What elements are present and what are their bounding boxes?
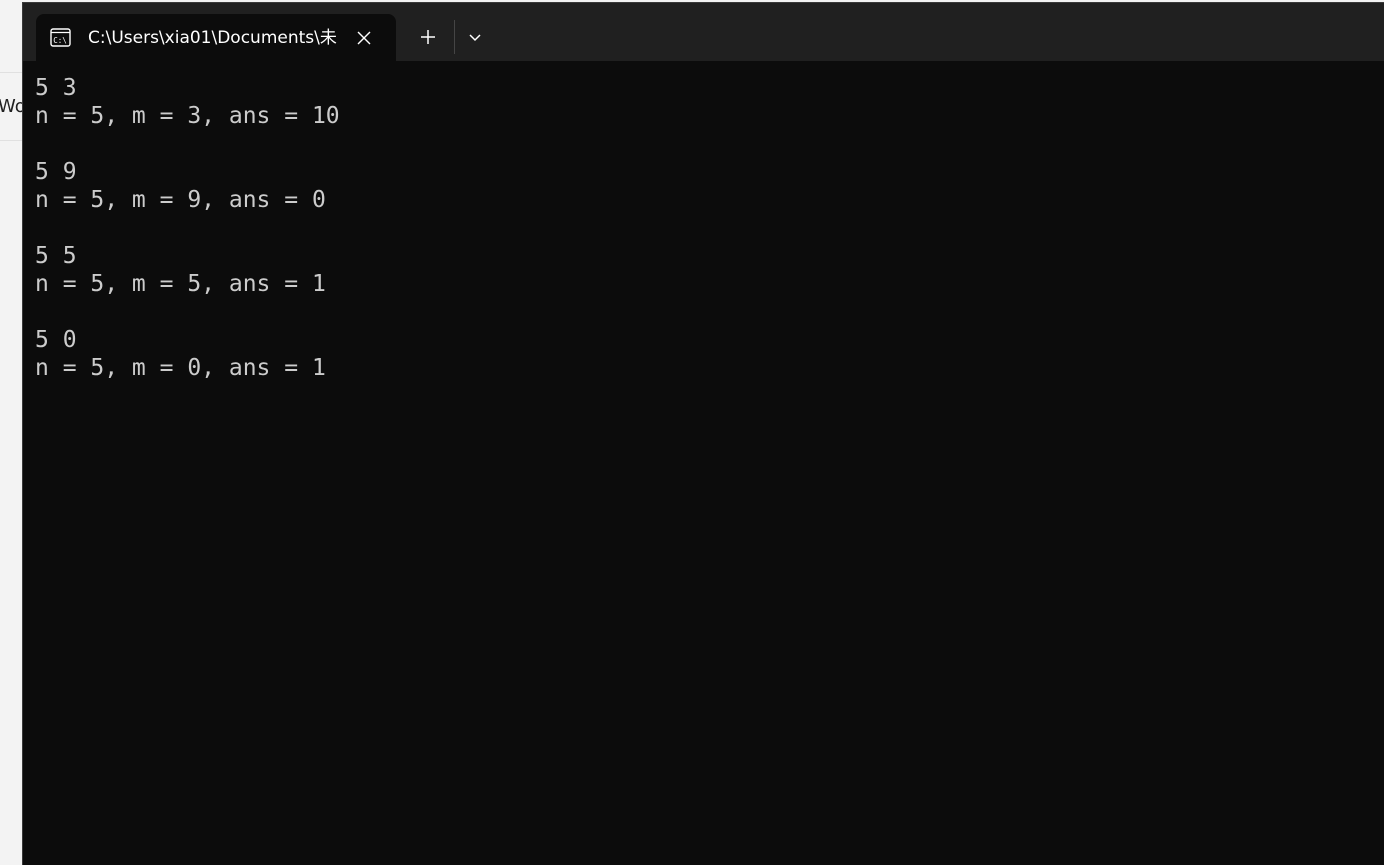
background-divider bbox=[0, 140, 22, 141]
console-line: n = 5, m = 5, ans = 1 bbox=[35, 271, 326, 297]
background-window: Wo bbox=[0, 0, 22, 865]
profile-dropdown-button[interactable] bbox=[460, 23, 490, 51]
background-divider bbox=[0, 72, 22, 73]
tab-close-button[interactable] bbox=[352, 26, 376, 50]
tab-separator bbox=[454, 20, 455, 54]
background-window-text: Wo bbox=[0, 96, 22, 117]
tab-title: C:\Users\xia01\Documents\未 bbox=[88, 28, 337, 48]
terminal-window[interactable]: C:\ C:\Users\xia01\Documents\未 5 3 n = 5… bbox=[22, 2, 1384, 865]
title-bar[interactable]: C:\ C:\Users\xia01\Documents\未 bbox=[23, 3, 1384, 61]
console-output[interactable]: 5 3 n = 5, m = 3, ans = 10 5 9 n = 5, m … bbox=[35, 74, 1355, 382]
console-icon: C:\ bbox=[50, 28, 71, 47]
console-line: n = 5, m = 9, ans = 0 bbox=[35, 187, 326, 213]
console-line: n = 5, m = 0, ans = 1 bbox=[35, 355, 326, 381]
console-line: n = 5, m = 3, ans = 10 bbox=[35, 103, 340, 129]
console-line: 5 5 bbox=[35, 243, 77, 269]
chevron-down-icon[interactable] bbox=[468, 32, 482, 42]
plus-icon[interactable] bbox=[420, 29, 436, 45]
close-icon[interactable] bbox=[357, 31, 371, 45]
console-line: 5 0 bbox=[35, 327, 77, 353]
console-line: 5 3 bbox=[35, 75, 77, 101]
console-line: 5 9 bbox=[35, 159, 77, 185]
new-tab-button[interactable] bbox=[413, 23, 443, 51]
tab-terminal[interactable]: C:\ C:\Users\xia01\Documents\未 bbox=[36, 14, 396, 61]
svg-text:C:\: C:\ bbox=[53, 36, 67, 45]
